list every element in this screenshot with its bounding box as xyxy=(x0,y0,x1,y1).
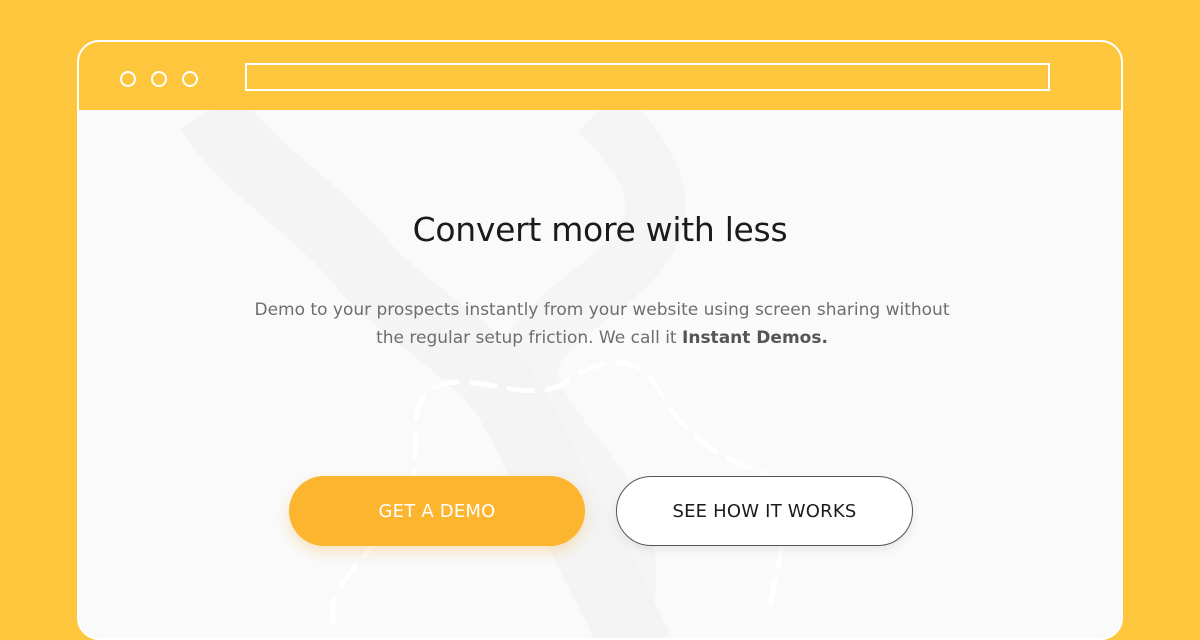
window-control-circle-icon[interactable] xyxy=(151,71,167,87)
window-control-circle-icon[interactable] xyxy=(182,71,198,87)
browser-window: Convert more with less Demo to your pros… xyxy=(77,40,1123,640)
page-title: Convert more with less xyxy=(412,210,788,249)
window-control-circle-icon[interactable] xyxy=(120,71,136,87)
address-bar[interactable] xyxy=(245,63,1050,91)
description-emphasis: Instant Demos. xyxy=(682,328,828,348)
background-decoration xyxy=(179,110,786,638)
browser-titlebar xyxy=(79,42,1121,110)
page-content: Convert more with less Demo to your pros… xyxy=(79,110,1121,638)
get-a-demo-button[interactable]: GET A DEMO xyxy=(289,476,585,546)
description-text: Demo to your prospects instantly from yo… xyxy=(254,300,950,348)
hero-description: Demo to your prospects instantly from yo… xyxy=(252,296,952,352)
see-how-it-works-button[interactable]: SEE HOW IT WORKS xyxy=(616,476,913,546)
